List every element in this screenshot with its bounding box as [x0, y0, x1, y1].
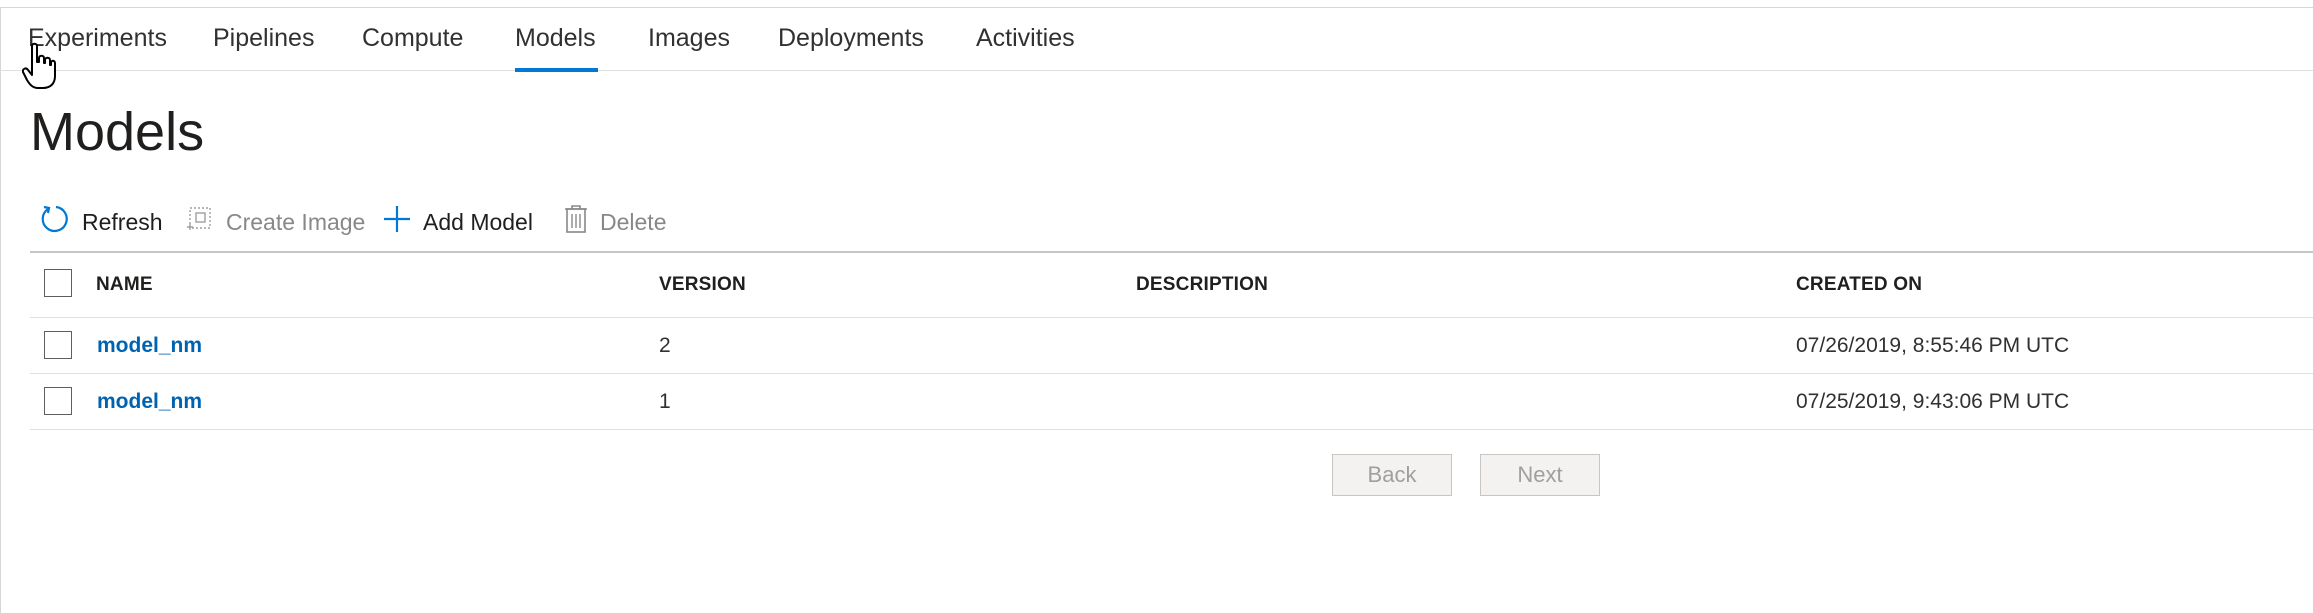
- model-created-on: 07/25/2019, 9:43:06 PM UTC: [1796, 390, 2070, 413]
- add-model-label: Add Model: [423, 208, 533, 235]
- next-button[interactable]: Next: [1480, 454, 1600, 496]
- refresh-label: Refresh: [82, 208, 163, 235]
- refresh-icon: [40, 203, 72, 241]
- back-button[interactable]: Back: [1332, 454, 1452, 496]
- tab-activities[interactable]: Activities: [976, 24, 1075, 53]
- model-version: 2: [659, 334, 671, 357]
- select-all-checkbox[interactable]: [44, 269, 72, 297]
- trash-icon: [562, 203, 590, 241]
- create-image-button[interactable]: Create Image: [184, 202, 365, 242]
- tab-pipelines[interactable]: Pipelines: [213, 24, 314, 53]
- create-image-icon: [184, 203, 216, 241]
- hand-cursor-icon: [22, 42, 56, 89]
- row-separator: [30, 373, 2313, 374]
- table-top-border: [30, 251, 2313, 253]
- delete-label: Delete: [600, 208, 667, 235]
- column-header-name[interactable]: NAME: [96, 274, 153, 296]
- tab-compute[interactable]: Compute: [362, 24, 463, 53]
- column-header-description[interactable]: DESCRIPTION: [1136, 274, 1268, 296]
- window-left-border: [0, 7, 1, 613]
- row-checkbox[interactable]: [44, 331, 72, 359]
- tab-deployments[interactable]: Deployments: [778, 24, 924, 53]
- tab-images[interactable]: Images: [648, 24, 730, 53]
- model-version: 1: [659, 390, 671, 413]
- add-model-button[interactable]: Add Model: [381, 202, 533, 242]
- model-name-link[interactable]: model_nm: [97, 390, 202, 414]
- model-name-link[interactable]: model_nm: [97, 334, 202, 358]
- tab-models[interactable]: Models: [515, 24, 596, 53]
- nav-tabs: Experiments Pipelines Compute Models Ima…: [0, 9, 2313, 72]
- header-separator: [30, 317, 2313, 318]
- active-tab-indicator: [515, 68, 598, 72]
- table-bottom-border: [30, 429, 2313, 430]
- delete-button[interactable]: Delete: [562, 202, 666, 242]
- refresh-button[interactable]: Refresh: [40, 202, 163, 242]
- plus-icon: [381, 203, 413, 241]
- page-title: Models: [30, 102, 205, 162]
- column-header-created-on[interactable]: CREATED ON: [1796, 274, 1922, 296]
- row-checkbox[interactable]: [44, 387, 72, 415]
- model-created-on: 07/26/2019, 8:55:46 PM UTC: [1796, 334, 2070, 357]
- column-header-version[interactable]: VERSION: [659, 274, 746, 296]
- window-top-border: [0, 7, 2313, 8]
- create-image-label: Create Image: [226, 208, 366, 235]
